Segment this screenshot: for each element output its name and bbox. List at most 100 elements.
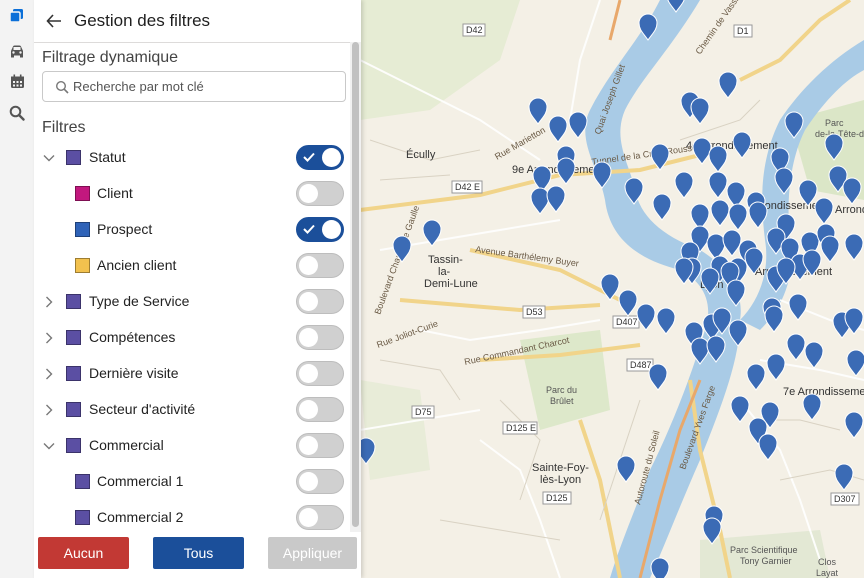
map-label-ste-foy-2: lès-Lyon <box>540 474 581 486</box>
filter-row[interactable]: Client <box>34 176 350 212</box>
search-field[interactable] <box>42 71 346 102</box>
filter-row[interactable]: Dernière visite <box>34 356 350 392</box>
map-marker-icon[interactable] <box>650 557 670 578</box>
road-d487: D487 <box>630 360 652 370</box>
filter-toggle[interactable] <box>296 433 344 458</box>
filter-row[interactable]: Statut <box>34 140 350 176</box>
filter-toggle[interactable] <box>296 397 344 422</box>
toggle-knob <box>299 292 318 311</box>
filter-label: Commercial 2 <box>97 509 184 525</box>
scrollbar[interactable] <box>350 42 361 532</box>
toggle-knob <box>299 328 318 347</box>
filter-toggle[interactable] <box>296 325 344 350</box>
filter-color-swatch <box>66 330 81 345</box>
filter-color-swatch <box>66 294 81 309</box>
road-d125: D125 <box>546 493 568 503</box>
panel-footer: Aucun Tous Appliquer <box>34 532 361 578</box>
map-label-tassin-2: la- <box>438 266 451 278</box>
road-d42e: D42 E <box>455 182 480 192</box>
chevron-down-icon[interactable] <box>43 152 55 164</box>
map-label-clos-1: Clos <box>818 557 837 567</box>
road-d407: D407 <box>616 317 638 327</box>
check-icon <box>303 152 315 162</box>
road-d307: D307 <box>834 494 856 504</box>
check-icon <box>303 224 315 234</box>
road-d1: D1 <box>737 26 749 36</box>
filter-row[interactable]: Commercial <box>34 428 350 464</box>
search-field-icon <box>55 80 69 94</box>
filter-color-swatch <box>75 222 90 237</box>
toggle-knob <box>299 184 318 203</box>
filter-row[interactable]: Ancien client <box>34 248 350 284</box>
filter-toggle[interactable] <box>296 253 344 278</box>
toggle-knob <box>299 364 318 383</box>
map-label-parc-brulet-2: Brûlet <box>550 396 574 406</box>
filter-toggle[interactable] <box>296 145 344 170</box>
filter-label: Prospect <box>97 221 153 237</box>
dynamic-filter-title: Filtrage dynamique <box>42 49 179 66</box>
filter-label: Commercial 1 <box>97 473 184 489</box>
car-icon[interactable] <box>0 35 34 66</box>
filter-toggle[interactable] <box>296 181 344 206</box>
filter-row[interactable]: Commercial 2 <box>34 500 350 536</box>
map-label-ste-foy-1: Sainte-Foy- <box>532 462 589 474</box>
chevron-right-icon[interactable] <box>43 404 55 416</box>
map-label-7e: 7e Arrondissement <box>783 386 864 398</box>
filter-color-swatch <box>75 186 90 201</box>
map-label-tete-dor-1: Parc <box>825 118 844 128</box>
filter-label: Secteur d'activité <box>89 401 196 417</box>
toggle-knob <box>322 148 341 167</box>
filter-color-swatch <box>75 258 90 273</box>
filter-label: Type de Service <box>89 293 190 309</box>
filter-toggle[interactable] <box>296 289 344 314</box>
back-arrow-icon[interactable] <box>34 0 74 42</box>
map-label-clos-2: Layat <box>816 568 839 578</box>
all-button[interactable]: Tous <box>153 537 244 569</box>
toggle-knob <box>299 436 318 455</box>
filter-toggle[interactable] <box>296 361 344 386</box>
toggle-knob <box>299 472 318 491</box>
chevron-right-icon[interactable] <box>43 332 55 344</box>
filter-label: Statut <box>89 149 126 165</box>
none-button[interactable]: Aucun <box>38 537 129 569</box>
filter-color-swatch <box>66 402 81 417</box>
scrollbar-thumb[interactable] <box>352 42 359 527</box>
toggle-knob <box>322 220 341 239</box>
panel-header: Gestion des filtres <box>34 0 361 43</box>
filter-label: Commercial <box>89 437 164 453</box>
road-d53: D53 <box>526 307 543 317</box>
icon-sidebar <box>0 0 35 578</box>
filters-title: Filtres <box>42 119 86 136</box>
filter-row[interactable]: Secteur d'activité <box>34 392 350 428</box>
filter-toggle[interactable] <box>296 217 344 242</box>
calendar-icon[interactable] <box>0 66 34 97</box>
map-label-tassin-3: Demi-Lune <box>424 278 478 290</box>
filter-label: Compétences <box>89 329 176 345</box>
filter-label: Dernière visite <box>89 365 179 381</box>
filter-row[interactable]: Type de Service <box>34 284 350 320</box>
filter-panel: Gestion des filtres Filtrage dynamique F… <box>34 0 361 578</box>
filter-label: Ancien client <box>97 257 177 273</box>
apply-button[interactable]: Appliquer <box>268 537 357 569</box>
filter-label: Client <box>97 185 133 201</box>
filter-toggle[interactable] <box>296 505 344 530</box>
filter-color-swatch <box>66 438 81 453</box>
search-icon[interactable] <box>0 97 34 128</box>
chevron-right-icon[interactable] <box>43 368 55 380</box>
chevron-down-icon[interactable] <box>43 440 55 452</box>
road-d125e: D125 E <box>506 423 536 433</box>
panel-title: Gestion des filtres <box>74 11 211 30</box>
keyword-search-input[interactable] <box>69 79 345 94</box>
filter-row[interactable]: Compétences <box>34 320 350 356</box>
filter-color-swatch <box>75 474 90 489</box>
filter-row[interactable]: Prospect <box>34 212 350 248</box>
road-d75: D75 <box>415 407 432 417</box>
map-label-ecully: Écully <box>406 148 436 161</box>
layers-icon[interactable] <box>0 0 34 31</box>
filter-color-swatch <box>75 510 90 525</box>
map-label-tony-garnier-2: Tony Garnier <box>740 556 792 566</box>
toggle-knob <box>299 508 318 527</box>
filter-toggle[interactable] <box>296 469 344 494</box>
chevron-right-icon[interactable] <box>43 296 55 308</box>
filter-row[interactable]: Commercial 1 <box>34 464 350 500</box>
